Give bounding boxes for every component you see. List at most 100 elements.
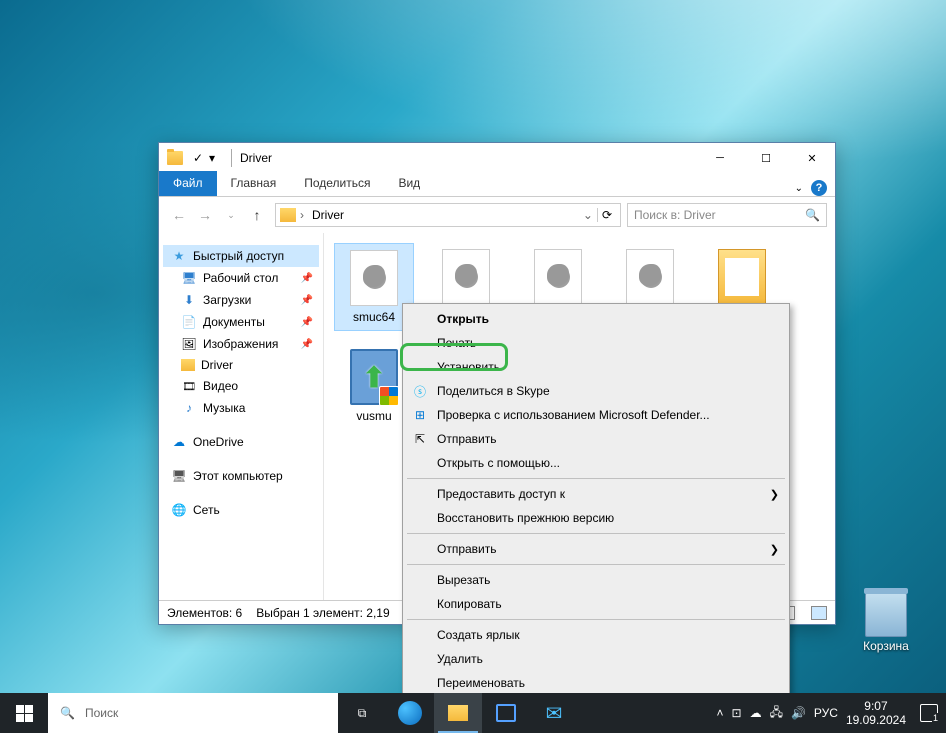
recent-dropdown[interactable]: ⌄ (219, 203, 243, 227)
shield-icon: ⊞ (411, 406, 429, 424)
ribbon-tabs: Файл Главная Поделиться Вид ⌄ ? (159, 173, 835, 197)
share-icon: ⇱ (411, 430, 429, 448)
clock-time: 9:07 (846, 699, 906, 713)
pin-icon: 📌 (301, 339, 313, 350)
music-icon (181, 400, 197, 416)
sidebar-item-video[interactable]: Видео (163, 375, 319, 397)
minimize-button[interactable]: ─ (697, 143, 743, 173)
menu-item-open[interactable]: Открыть (405, 307, 787, 331)
tray-language[interactable]: РУС (814, 706, 838, 720)
address-bar[interactable]: › Driver ⌄ ⟳ (275, 203, 621, 227)
menu-item-print[interactable]: Печать (405, 331, 787, 355)
file-name: vusmu (356, 409, 391, 423)
sidebar-item-label: Рабочий стол (203, 271, 278, 285)
tray-clock[interactable]: 9:07 19.09.2024 (846, 699, 906, 728)
sidebar-item-downloads[interactable]: Загрузки📌 (163, 289, 319, 311)
menu-item-copy[interactable]: Копировать (405, 592, 787, 616)
sidebar-item-driver[interactable]: Driver (163, 355, 319, 375)
cloud-icon (171, 434, 187, 450)
sidebar-item-onedrive[interactable]: OneDrive (163, 431, 319, 453)
back-button[interactable]: ← (167, 203, 191, 227)
video-icon (181, 378, 197, 394)
sidebar-item-label: Музыка (203, 401, 245, 415)
sidebar-item-music[interactable]: Музыка (163, 397, 319, 419)
sys-file-icon (350, 349, 398, 405)
refresh-button[interactable]: ⟳ (597, 208, 616, 222)
search-icon: 🔍 (805, 208, 820, 222)
menu-item-open-with[interactable]: Открыть с помощью... (405, 451, 787, 475)
tab-home[interactable]: Главная (217, 171, 291, 196)
tray-chevron-icon[interactable]: ˄ (716, 706, 723, 720)
help-icon[interactable]: ? (811, 180, 827, 196)
clock-date: 19.09.2024 (846, 713, 906, 727)
menu-item-restore[interactable]: Восстановить прежнюю версию (405, 506, 787, 530)
close-button[interactable]: ✕ (789, 143, 835, 173)
menu-item-rename[interactable]: Переименовать (405, 671, 787, 695)
folder-icon (280, 208, 296, 222)
taskbar-search[interactable]: 🔍 Поиск (48, 693, 338, 733)
task-view-button[interactable]: ⧉ (338, 693, 386, 733)
forward-button[interactable]: → (193, 203, 217, 227)
sidebar-item-this-pc[interactable]: Этот компьютер (163, 465, 319, 487)
menu-item-shortcut[interactable]: Создать ярлык (405, 623, 787, 647)
tab-file[interactable]: Файл (159, 171, 217, 196)
search-input[interactable]: Поиск в: Driver 🔍 (627, 203, 827, 227)
search-placeholder: Поиск (85, 706, 118, 720)
pin-icon: 📌 (301, 317, 313, 328)
sidebar-item-network[interactable]: Сеть (163, 499, 319, 521)
file-name: smuc64 (353, 310, 395, 324)
menu-item-delete[interactable]: Удалить (405, 647, 787, 671)
sidebar-item-desktop[interactable]: Рабочий стол 📌 (163, 267, 319, 289)
sidebar-item-label: Сеть (193, 503, 220, 517)
breadcrumb[interactable]: Driver (308, 208, 348, 222)
tab-share[interactable]: Поделиться (290, 171, 384, 196)
sidebar-item-documents[interactable]: Документы📌 (163, 311, 319, 333)
sidebar-item-quick-access[interactable]: Быстрый доступ (163, 245, 319, 267)
sidebar-item-label: Изображения (203, 337, 278, 351)
up-button[interactable]: ↑ (245, 203, 269, 227)
ribbon-expand-icon[interactable]: ⌄ (795, 183, 803, 194)
folder-icon (167, 151, 183, 165)
inf-file-icon (442, 249, 490, 305)
folder-icon (181, 359, 195, 371)
titlebar[interactable]: ✓ ▾ Driver ─ ☐ ✕ (159, 143, 835, 173)
pin-icon: 📌 (301, 273, 313, 284)
menu-item-grant-access[interactable]: Предоставить доступ к❯ (405, 482, 787, 506)
address-dropdown-icon[interactable]: ⌄ (583, 208, 593, 222)
inf-file-icon (534, 249, 582, 305)
menu-item-send[interactable]: ⇱Отправить (405, 427, 787, 451)
windows-icon (16, 705, 33, 722)
tray-network-icon[interactable]: 🖧 (770, 703, 783, 724)
tray-meet-icon[interactable]: ⊡ (732, 706, 742, 720)
navigation-pane: Быстрый доступ Рабочий стол 📌 Загрузки📌 Д… (159, 233, 324, 600)
taskbar-app-mail[interactable]: ✉ (530, 693, 578, 733)
recycle-bin[interactable]: Корзина (856, 591, 916, 653)
sidebar-item-pictures[interactable]: Изображения 📌 (163, 333, 319, 355)
qat-button[interactable]: ✓ (193, 151, 207, 165)
tray-volume-icon[interactable]: 🔊 (791, 706, 806, 720)
menu-item-skype[interactable]: ⓢПоделиться в Skype (405, 379, 787, 403)
menu-item-cut[interactable]: Вырезать (405, 568, 787, 592)
taskbar-app-explorer[interactable] (434, 693, 482, 733)
menu-item-send-to[interactable]: Отправить❯ (405, 537, 787, 561)
menu-item-defender[interactable]: ⊞Проверка с использованием Microsoft Def… (405, 403, 787, 427)
taskbar-app-store[interactable] (482, 693, 530, 733)
maximize-button[interactable]: ☐ (743, 143, 789, 173)
context-menu: Открыть Печать Установить ⓢПоделиться в … (402, 303, 790, 730)
folder-icon (448, 705, 468, 721)
view-icons-button[interactable] (811, 606, 827, 620)
notifications-button[interactable] (920, 704, 938, 722)
qat-button[interactable]: ▾ (209, 151, 223, 165)
star-icon (171, 248, 187, 264)
desktop-icon (181, 270, 197, 286)
menu-item-install[interactable]: Установить (405, 355, 787, 379)
skype-icon: ⓢ (411, 382, 429, 400)
tray-onedrive-icon[interactable]: ☁ (750, 706, 762, 720)
pin-icon: 📌 (301, 295, 313, 306)
taskbar-app-edge[interactable] (386, 693, 434, 733)
sidebar-item-label: Видео (203, 379, 238, 393)
tab-view[interactable]: Вид (384, 171, 434, 196)
start-button[interactable] (0, 693, 48, 733)
documents-icon (181, 314, 197, 330)
sidebar-item-label: Быстрый доступ (193, 249, 284, 263)
